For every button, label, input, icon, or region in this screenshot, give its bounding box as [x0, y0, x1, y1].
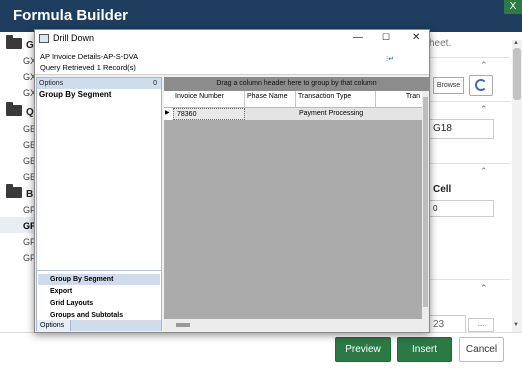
minimize-icon[interactable]: —	[353, 32, 363, 43]
dialog-title-bar[interactable]: Drill Down — ☐ ✕	[35, 30, 429, 48]
options-panel-header: Options 0	[37, 78, 161, 89]
scroll-up-icon[interactable]: ▲	[513, 40, 519, 46]
tree-group-g[interactable]: G	[6, 35, 34, 51]
column-header-phase-name[interactable]: Phase Name	[245, 91, 296, 108]
refresh-icon	[475, 79, 487, 91]
grid-header-row: Invoice Number Phase Name Transaction Ty…	[164, 91, 422, 108]
close-icon[interactable]: X	[504, 0, 522, 14]
cancel-button[interactable]: Cancel	[459, 337, 504, 362]
grid-vertical-scrollbar[interactable]	[422, 91, 429, 319]
column-header-invoice-number[interactable]: Invoice Number	[173, 91, 245, 108]
dialog-title: Drill Down	[53, 33, 95, 43]
drill-down-dialog: Drill Down — ☐ ✕ AP Invoice Details-AP-S…	[34, 29, 430, 333]
tree-group-q[interactable]: Q	[6, 102, 34, 118]
current-row-indicator-icon: ▶	[165, 110, 170, 116]
sheet-text: heet.	[429, 38, 452, 49]
chevron-up-icon[interactable]: ⌃	[480, 104, 488, 115]
cell-tran[interactable]	[376, 108, 422, 120]
column-header-transaction-type[interactable]: Transaction Type	[296, 91, 376, 108]
app-title: Formula Builder	[13, 7, 129, 24]
options-nav: Group By Segment Export Grid Layouts Gro…	[37, 270, 161, 320]
scrollbar-thumb[interactable]	[513, 48, 521, 100]
ellipsis-button[interactable]: ...	[468, 318, 494, 332]
column-header-tran[interactable]: Tran	[376, 91, 422, 108]
options-panel: Options 0 Group By Segment Group By Segm…	[36, 77, 162, 331]
close-icon[interactable]: ✕	[412, 32, 420, 43]
browse-button[interactable]: Browse	[433, 77, 464, 94]
refresh-button[interactable]	[469, 75, 493, 96]
folder-icon	[6, 102, 22, 116]
cell-transaction-type[interactable]: Payment Processing	[296, 108, 376, 120]
nav-item-grid-layouts[interactable]: Grid Layouts	[38, 298, 160, 309]
tree-group-b[interactable]: B	[6, 184, 33, 200]
chevron-up-icon[interactable]: ⌃	[480, 60, 488, 71]
divider	[428, 101, 510, 102]
dialog-info-header: AP Invoice Details-AP-S-DVA Query Retrie…	[35, 48, 429, 75]
selected-option-title: Group By Segment	[39, 90, 112, 99]
window-app-icon	[39, 34, 49, 43]
divider	[428, 57, 510, 58]
properties-scrollbar[interactable]: ▲ ▼	[512, 40, 522, 332]
divider	[428, 163, 510, 164]
preview-button[interactable]: Preview	[335, 337, 391, 362]
pin-icon[interactable]: ⁝↵	[386, 55, 394, 63]
insert-button[interactable]: Insert	[397, 337, 452, 362]
pin-toggle-icon[interactable]: 0	[153, 78, 157, 89]
cell-phase-name[interactable]	[245, 108, 296, 120]
options-header-label: Options	[39, 80, 64, 87]
cell-invoice-number[interactable]: 78360	[173, 108, 245, 120]
cell-value-field[interactable]: 0	[428, 200, 494, 217]
table-row[interactable]: ▶ 78360 Payment Processing	[164, 108, 422, 120]
folder-icon	[6, 35, 22, 49]
bottom-field[interactable]: 23	[428, 315, 466, 333]
scrollbar-thumb[interactable]	[423, 97, 428, 307]
grid-horizontal-scrollbar[interactable]	[164, 319, 429, 331]
scroll-down-icon[interactable]: ▼	[513, 322, 519, 328]
maximize-icon[interactable]: ☐	[382, 32, 390, 43]
results-grid: Drag a column header here to group by th…	[164, 77, 429, 331]
divider	[428, 279, 510, 280]
group-by-drop-area[interactable]: Drag a column header here to group by th…	[164, 77, 429, 91]
cell-reference-field[interactable]: G18	[428, 119, 494, 139]
chevron-up-icon[interactable]: ⌃	[480, 166, 488, 177]
options-tab[interactable]: Options	[37, 320, 71, 331]
scrollbar-thumb[interactable]	[176, 323, 190, 327]
app-title-bar: Formula Builder X	[0, 0, 522, 32]
options-tab-strip: Options	[37, 320, 161, 331]
chevron-up-icon[interactable]: ⌃	[480, 283, 488, 294]
nav-item-group-by-segment[interactable]: Group By Segment	[38, 274, 160, 285]
record-count: Query Retrieved 1 Record(s)	[40, 63, 136, 72]
nav-item-export[interactable]: Export	[38, 286, 160, 297]
report-name: AP Invoice Details-AP-S-DVA	[40, 52, 139, 61]
folder-icon	[6, 184, 22, 198]
cell-label: Cell	[433, 184, 452, 195]
